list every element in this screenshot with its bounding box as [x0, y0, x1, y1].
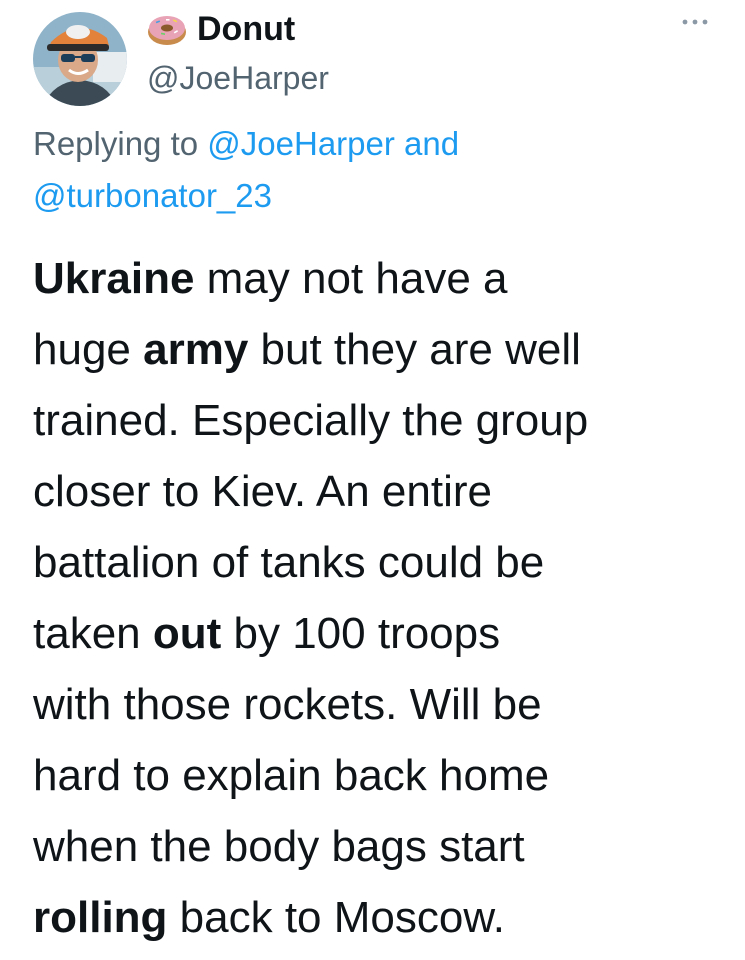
tweet-line-8: hard to explain back home [33, 751, 550, 800]
bold-word: Ukraine [33, 254, 195, 303]
tweet-line-10: rolling back to Moscow. [33, 882, 733, 953]
tweet-line-3: trained. Especially the group [33, 396, 589, 445]
line-text: may not have a [194, 254, 508, 303]
line-text: taken [33, 609, 153, 658]
reply-context: Replying to @JoeHarper and @turbonator_2… [33, 118, 713, 222]
mention-link-1[interactable]: @JoeHarper [207, 125, 395, 162]
mention-joiner: and [394, 125, 460, 162]
avatar-photo [33, 12, 127, 106]
tweet-line-6: taken out by 100 troops [33, 598, 733, 669]
tweet-header: Donut @JoeHarper [147, 8, 329, 97]
replying-to-label: Replying to [33, 125, 199, 162]
bold-word: army [143, 325, 249, 374]
bold-word: out [152, 609, 222, 658]
line-text: back to Moscow. [167, 893, 505, 942]
bold-word: rolling [33, 893, 168, 942]
line-text: but they are well [248, 325, 581, 374]
mention-link-2[interactable]: @turbonator_23 [33, 177, 272, 214]
avatar[interactable] [33, 12, 127, 106]
more-dots-icon[interactable] [678, 14, 712, 30]
tweet-line-1: Ukraine may not have a [33, 243, 733, 314]
line-text: huge [33, 325, 144, 374]
tweet-line-7: with those rockets. Will be [33, 680, 542, 729]
tweet-line-9: when the body bags start [33, 822, 525, 871]
tweet-line-4: closer to Kiev. An entire [33, 467, 492, 516]
name-row: Donut [147, 8, 329, 50]
donut-icon [147, 11, 187, 47]
line-text: by 100 troops [221, 609, 501, 658]
tweet-text: Ukraine may not have a huge army but the… [33, 243, 733, 953]
tweet-line-2: huge army but they are well [33, 314, 733, 385]
author-display-name[interactable]: Donut [197, 10, 295, 49]
tweet-line-5: battalion of tanks could be [33, 538, 545, 587]
author-handle[interactable]: @JoeHarper [147, 60, 329, 97]
tweet: Donut @JoeHarper Replying to @JoeHarper … [0, 0, 745, 960]
